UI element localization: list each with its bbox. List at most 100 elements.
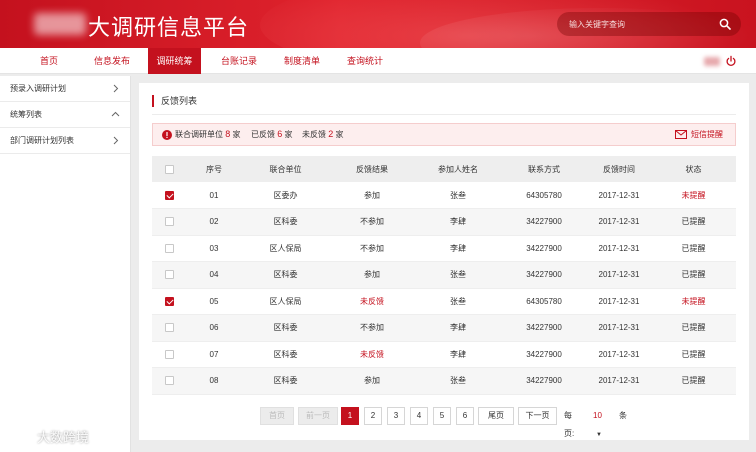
last-page-button[interactable]: 尾页 — [478, 407, 514, 425]
time-cell: 2017-12-31 — [587, 341, 651, 368]
caret-down-icon: ▼ — [596, 432, 602, 438]
row-checkbox[interactable] — [164, 323, 174, 333]
result-cell: 参加 — [329, 182, 415, 209]
status-cell[interactable]: 未提醒 — [651, 288, 736, 315]
nav-item-ledger[interactable]: 台账记录 — [214, 48, 264, 74]
chevron-right-icon — [113, 84, 119, 93]
column-header: 联系方式 — [501, 156, 587, 182]
name-cell: 张叁 — [415, 261, 501, 289]
nav-item-query-stats[interactable]: 查询统计 — [340, 48, 390, 74]
unit-cell: 区科委 — [242, 367, 329, 395]
page-button[interactable]: 1 — [341, 407, 359, 425]
table-row: 06 区科委 不参加 李肆 34227900 2017-12-31 已提醒 — [152, 314, 736, 342]
search-box[interactable] — [557, 12, 741, 36]
select-all-checkbox[interactable] — [164, 164, 174, 174]
result-cell: 参加 — [329, 367, 415, 395]
contact-cell: 34227900 — [501, 314, 587, 342]
feedback-panel: 反馈列表 联合调研单位 8 家 已反馈 6 家 未反馈 2 家 短信提醒 序号 … — [139, 83, 749, 440]
unit-cell: 区科委 — [242, 314, 329, 342]
user-name[interactable] — [704, 57, 720, 66]
page-button[interactable]: 6 — [456, 407, 474, 425]
app-header: 大调研信息平台 — [0, 0, 756, 48]
per-page-select[interactable]: 10 ▼ — [593, 407, 602, 444]
search-icon[interactable] — [719, 18, 731, 30]
next-page-button[interactable]: 下一页 — [518, 407, 557, 425]
result-cell: 未反馈 — [329, 341, 415, 368]
time-cell: 2017-12-31 — [587, 208, 651, 236]
nav-item-info-release[interactable]: 信息发布 — [88, 48, 136, 74]
result-cell: 未反馈 — [329, 288, 415, 315]
divider — [152, 114, 736, 115]
result-cell: 不参加 — [329, 235, 415, 262]
row-checkbox[interactable] — [164, 243, 174, 253]
name-cell: 李肆 — [415, 314, 501, 342]
sidebar-item-label: 部门调研计划列表 — [10, 136, 74, 145]
table-row: 01 区委办 参加 张叁 64305780 2017-12-31 未提醒 — [152, 182, 736, 209]
nav-item-home[interactable]: 首页 — [26, 48, 72, 74]
panel-title: 反馈列表 — [152, 95, 197, 107]
row-checkbox[interactable] — [164, 190, 174, 200]
watermark-logo-icon — [9, 427, 30, 444]
nav-item-research-coordination[interactable]: 调研统筹 — [148, 48, 201, 74]
page-button[interactable]: 2 — [364, 407, 382, 425]
status-cell[interactable]: 已提醒 — [651, 314, 736, 342]
time-cell: 2017-12-31 — [587, 367, 651, 395]
row-number: 07 — [186, 341, 242, 368]
table-row: 02 区科委 不参加 李肆 34227900 2017-12-31 已提醒 — [152, 208, 736, 236]
result-cell: 不参加 — [329, 208, 415, 236]
row-checkbox[interactable] — [164, 296, 174, 306]
row-number: 01 — [186, 182, 242, 209]
search-input[interactable] — [569, 17, 709, 31]
contact-cell: 34227900 — [501, 367, 587, 395]
unfed-label: 未反馈 — [302, 130, 326, 139]
table-row: 07 区科委 未反馈 李肆 34227900 2017-12-31 已提醒 — [152, 341, 736, 368]
row-checkbox[interactable] — [164, 349, 174, 359]
unit-cell: 区人保局 — [242, 288, 329, 315]
column-header: 参加人姓名 — [415, 156, 501, 182]
fed-unit: 家 — [284, 130, 293, 139]
column-header: 反馈结果 — [329, 156, 415, 182]
logo — [34, 13, 86, 35]
contact-cell: 64305780 — [501, 288, 587, 315]
sms-remind-button[interactable]: 短信提醒 — [675, 124, 723, 145]
column-header: 状态 — [651, 156, 736, 182]
chevron-up-icon — [111, 111, 120, 117]
units-count: 8 — [225, 129, 231, 139]
status-cell[interactable]: 已提醒 — [651, 341, 736, 368]
contact-cell: 34227900 — [501, 261, 587, 289]
sidebar-item-coordination-list[interactable]: 统筹列表 — [0, 102, 130, 128]
page-button[interactable]: 3 — [387, 407, 405, 425]
contact-cell: 34227900 — [501, 235, 587, 262]
status-cell[interactable]: 已提醒 — [651, 261, 736, 289]
power-icon[interactable] — [725, 55, 737, 67]
unit-cell: 区人保局 — [242, 235, 329, 262]
main-nav: 首页 信息发布 调研统筹 台账记录 制度清单 查询统计 — [0, 48, 756, 74]
nav-item-policy-list[interactable]: 制度清单 — [277, 48, 327, 74]
status-cell[interactable]: 已提醒 — [651, 235, 736, 262]
unit-cell: 区科委 — [242, 341, 329, 368]
time-cell: 2017-12-31 — [587, 235, 651, 262]
row-checkbox[interactable] — [164, 376, 174, 386]
sidebar-item-dept-plan-list[interactable]: 部门调研计划列表 — [0, 128, 130, 154]
prev-page-button[interactable]: 前一页 — [298, 407, 338, 425]
column-header: 联合单位 — [242, 156, 329, 182]
first-page-button[interactable]: 首页 — [260, 407, 294, 425]
row-checkbox[interactable] — [164, 217, 174, 227]
name-cell: 张叁 — [415, 182, 501, 209]
page-button[interactable]: 5 — [433, 407, 451, 425]
contact-cell: 34227900 — [501, 341, 587, 368]
status-cell[interactable]: 已提醒 — [651, 367, 736, 395]
time-cell: 2017-12-31 — [587, 182, 651, 209]
status-cell[interactable]: 已提醒 — [651, 208, 736, 236]
result-cell: 不参加 — [329, 314, 415, 342]
result-cell: 参加 — [329, 261, 415, 289]
name-cell: 李肆 — [415, 208, 501, 236]
table-header: 序号 联合单位 反馈结果 参加人姓名 联系方式 反馈时间 状态 — [152, 156, 736, 182]
time-cell: 2017-12-31 — [587, 288, 651, 315]
status-cell[interactable]: 未提醒 — [651, 182, 736, 209]
row-checkbox[interactable] — [164, 270, 174, 280]
table-row: 03 区人保局 不参加 李肆 34227900 2017-12-31 已提醒 — [152, 235, 736, 262]
unfed-unit: 家 — [335, 130, 344, 139]
page-button[interactable]: 4 — [410, 407, 428, 425]
sidebar-item-pre-entry-plan[interactable]: 预录入调研计划 — [0, 76, 130, 102]
